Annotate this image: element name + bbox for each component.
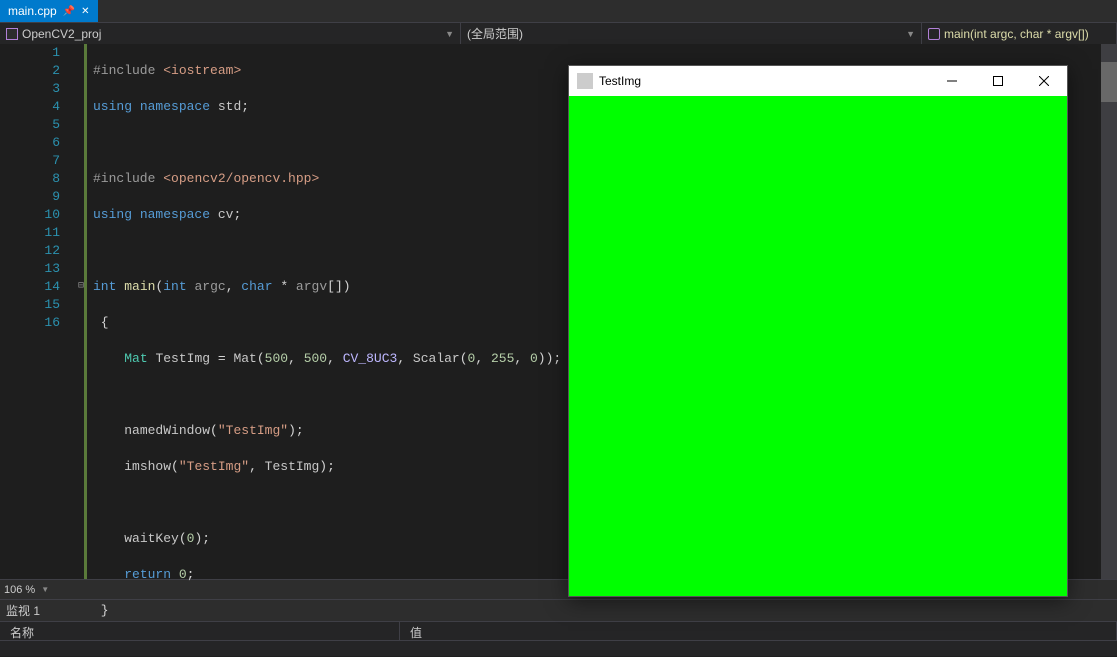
- line-number: 8: [0, 170, 60, 188]
- line-number: 7: [0, 152, 60, 170]
- window-controls: [929, 66, 1067, 96]
- testimg-title: TestImg: [599, 74, 641, 88]
- line-number: 14: [0, 278, 60, 296]
- scrollbar-thumb[interactable]: [1101, 62, 1117, 102]
- function-icon: [928, 28, 940, 40]
- function-label: main(int argc, char * argv[]): [944, 27, 1089, 41]
- line-number-gutter: 1 2 3 4 5 6 7 8 9 10 11 12 13 14 15 16: [0, 44, 78, 579]
- function-dropdown[interactable]: main(int argc, char * argv[]): [922, 23, 1117, 44]
- line-number: 9: [0, 188, 60, 206]
- tab-label: main.cpp: [8, 4, 57, 18]
- project-dropdown[interactable]: OpenCV2_proj ▼: [0, 23, 461, 44]
- testimg-window[interactable]: TestImg: [568, 65, 1068, 597]
- testimg-canvas: [569, 96, 1067, 596]
- pin-icon[interactable]: 📌: [63, 6, 75, 17]
- tab-bar: main.cpp 📌 ✕: [0, 0, 1117, 22]
- line-number: 5: [0, 116, 60, 134]
- line-number: 13: [0, 260, 60, 278]
- fold-toggle[interactable]: ⊟: [75, 278, 87, 296]
- app-icon: [577, 73, 593, 89]
- scope-dropdown[interactable]: (全局范围) ▼: [461, 23, 922, 44]
- line-number: 11: [0, 224, 60, 242]
- project-label: OpenCV2_proj: [22, 27, 101, 41]
- scope-label: (全局范围): [467, 25, 523, 42]
- line-number: 10: [0, 206, 60, 224]
- testimg-titlebar[interactable]: TestImg: [569, 66, 1067, 96]
- project-icon: [6, 28, 18, 40]
- close-icon[interactable]: ✕: [81, 6, 89, 17]
- line-number: 3: [0, 80, 60, 98]
- vertical-scrollbar[interactable]: [1101, 44, 1117, 579]
- line-number: 4: [0, 98, 60, 116]
- line-number: 6: [0, 134, 60, 152]
- line-number: 2: [0, 62, 60, 80]
- line-number: 12: [0, 242, 60, 260]
- navigation-bar: OpenCV2_proj ▼ (全局范围) ▼ main(int argc, c…: [0, 22, 1117, 44]
- maximize-button[interactable]: [975, 66, 1021, 96]
- chevron-down-icon: ▼: [906, 29, 915, 39]
- line-number: 1: [0, 44, 60, 62]
- chevron-down-icon[interactable]: ▼: [41, 585, 49, 594]
- maximize-icon: [993, 76, 1003, 86]
- zoom-level[interactable]: 106 %: [4, 584, 35, 596]
- code-line: }: [93, 602, 1117, 620]
- close-icon: [1039, 76, 1049, 86]
- line-number: 16: [0, 314, 60, 332]
- file-tab-main-cpp[interactable]: main.cpp 📌 ✕: [0, 0, 98, 22]
- minimize-icon: [947, 76, 957, 86]
- close-button[interactable]: [1021, 66, 1067, 96]
- minimize-button[interactable]: [929, 66, 975, 96]
- line-number: 15: [0, 296, 60, 314]
- chevron-down-icon: ▼: [445, 29, 454, 39]
